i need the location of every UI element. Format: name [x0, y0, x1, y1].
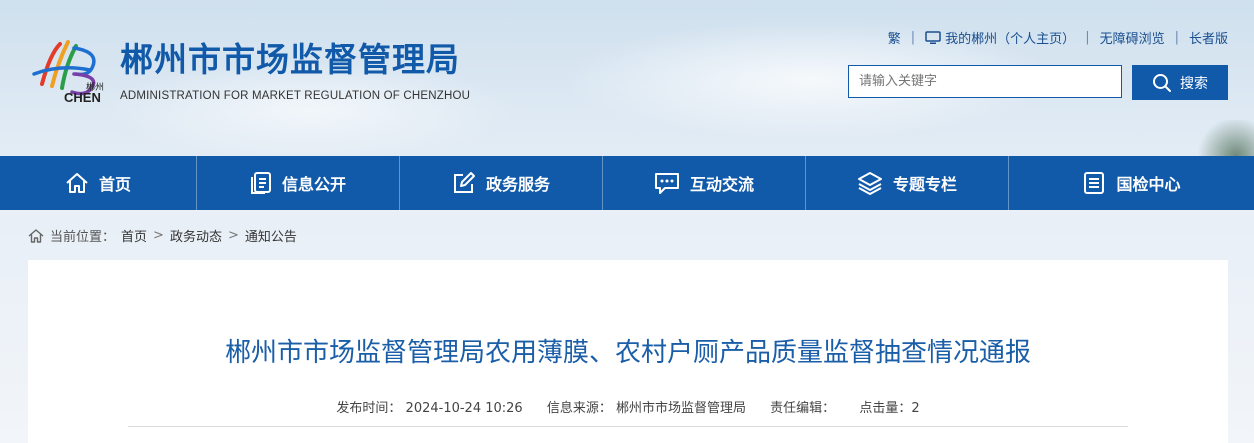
views-label: 点击量：	[859, 401, 912, 416]
site-logo[interactable]: 郴州 CHEN	[30, 34, 112, 105]
views-value: 2	[911, 401, 920, 416]
site-title: 郴州市市场监督管理局	[120, 40, 460, 79]
divider	[128, 426, 1128, 427]
computer-icon	[925, 30, 941, 44]
document-icon	[250, 172, 271, 194]
separator: |	[910, 30, 916, 45]
nav-item-info-disclosure[interactable]: 信息公开	[197, 156, 400, 210]
breadcrumb-item-news[interactable]: 政务动态	[170, 226, 222, 245]
separator: |	[1085, 30, 1090, 45]
elder-version-link[interactable]: 长者版	[1189, 28, 1228, 47]
source-value: 郴州市市场监督管理局	[616, 401, 747, 416]
list-icon	[1084, 172, 1105, 194]
publish-label: 发布时间：	[336, 401, 402, 416]
search-button[interactable]: 搜索	[1132, 65, 1228, 100]
nav-item-inspection-center[interactable]: 国检中心	[1009, 156, 1254, 210]
nav-item-label: 专题专栏	[892, 175, 957, 194]
my-chenzhou-label: 我的郴州（个人主页）	[945, 32, 1076, 47]
accessibility-link[interactable]: 无障碍浏览	[1100, 28, 1165, 47]
breadcrumb: 当前位置： 首页 > 政务动态 > 通知公告	[28, 226, 297, 245]
nav-item-government-services[interactable]: 政务服务	[400, 156, 603, 210]
view-count: 点击量：2	[859, 401, 919, 416]
editor: 责任编辑：	[770, 401, 835, 416]
site-subtitle: ADMINISTRATION FOR MARKET REGULATION OF …	[120, 90, 471, 102]
svg-text:CHEN: CHEN	[64, 90, 101, 104]
nav-item-label: 首页	[98, 175, 131, 194]
info-source: 信息来源： 郴州市市场监督管理局	[547, 401, 746, 416]
publish-value: 2024-10-24 10:26	[405, 401, 523, 416]
editor-label: 责任编辑：	[770, 401, 836, 416]
layers-icon	[857, 172, 882, 195]
nav-item-interaction[interactable]: 互动交流	[603, 156, 806, 210]
nav-item-home[interactable]: 首页	[0, 156, 197, 210]
nav-item-label: 国检中心	[1116, 175, 1181, 194]
search-input[interactable]	[848, 65, 1122, 98]
breadcrumb-separator: >	[227, 228, 239, 243]
edit-icon	[453, 172, 475, 193]
article-meta: 发布时间： 2024-10-24 10:26 信息来源： 郴州市市场监督管理局 …	[28, 397, 1228, 416]
publish-time: 发布时间： 2024-10-24 10:26	[336, 401, 522, 416]
traditional-chinese-link[interactable]: 繁	[888, 28, 901, 47]
nav-item-special-topics[interactable]: 专题专栏	[806, 156, 1009, 210]
separator: |	[1174, 30, 1179, 45]
source-label: 信息来源：	[546, 401, 612, 416]
breadcrumb-item-notices[interactable]: 通知公告	[245, 226, 297, 245]
article-title: 郴州市市场监督管理局农用薄膜、农村户厕产品质量监督抽查情况通报	[224, 338, 1031, 368]
home-icon	[66, 173, 88, 193]
top-links: 繁 | 我的郴州（个人主页） | 无障碍浏览 | 长者版	[888, 28, 1228, 47]
breadcrumb-separator: >	[153, 228, 164, 243]
chat-icon	[654, 173, 679, 194]
breadcrumb-prefix: 当前位置：	[50, 230, 116, 245]
breadcrumb-item-home[interactable]: 首页	[121, 226, 147, 245]
home-icon	[28, 228, 44, 243]
search-icon	[1153, 73, 1171, 92]
content-panel: 郴州市市场监督管理局农用薄膜、农村户厕产品质量监督抽查情况通报 发布时间： 20…	[28, 260, 1228, 443]
search-button-label: 搜索	[1180, 75, 1208, 92]
main-nav: 首页 信息公开 政务服务 互动交流 专题专栏 国检中心	[0, 156, 1254, 210]
nav-item-label: 互动交流	[689, 175, 754, 194]
nav-item-label: 信息公开	[281, 175, 346, 194]
my-chenzhou-link[interactable]: 我的郴州（个人主页）	[925, 28, 1075, 47]
nav-item-label: 政务服务	[485, 175, 550, 194]
